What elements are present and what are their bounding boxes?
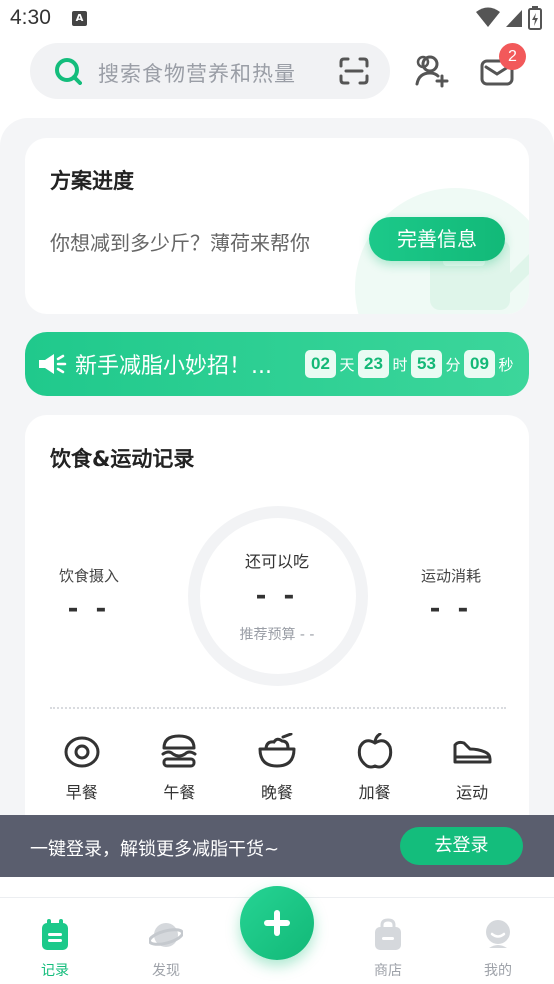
record-title: 饮食&运动记录 [50,447,195,471]
status-time: 4:30 [10,6,51,29]
nav-item-shop[interactable]: 商店 [348,918,428,980]
meal-buttons: 早餐 午餐 晚餐 加餐 运动 [25,733,529,803]
meal-breakfast-button[interactable]: 早餐 [42,733,122,803]
wifi-icon [476,7,500,27]
complete-info-button[interactable]: 完善信息 [369,217,505,261]
plan-progress-card: 方案进度 你想减到多少斤？薄荷来帮你 完善信息 [25,138,529,314]
countdown-days-unit: 天 [339,355,355,374]
bag-icon [375,918,401,950]
clipboard-icon [42,919,68,950]
bowl-icon [258,733,296,768]
nav-label-record: 记录 [41,963,69,979]
signal-icon [506,10,522,27]
search-input[interactable]: 搜索食物营养和热量 [30,43,390,99]
egg-icon [64,736,100,768]
countdown-hours-unit: 时 [392,355,408,374]
countdown-hours: 23 [358,350,389,378]
burger-icon [161,734,197,768]
plus-icon-vertical [274,910,280,936]
intake-stat[interactable]: 饮食摄入 - - [19,565,159,624]
meal-dinner-label: 晚餐 [260,783,293,802]
nav-label-mine: 我的 [484,963,512,979]
planet-icon [149,923,183,947]
add-record-fab[interactable] [240,886,314,960]
status-indicators [476,6,542,30]
mail-badge: 2 [499,43,526,70]
apple-icon [357,733,392,769]
search-icon [55,58,82,85]
megaphone-icon [39,354,67,374]
budget-label: 推荐预算 - - [239,627,315,643]
meal-snack-button[interactable]: 加餐 [335,733,415,803]
nav-label-discover: 发现 [152,963,180,979]
add-friend-icon[interactable] [413,52,451,90]
status-bar: 4:30 A [0,0,554,38]
battery-icon [528,6,542,30]
meal-lunch-label: 午餐 [163,783,196,802]
meal-dinner-button[interactable]: 晚餐 [237,733,317,803]
burn-label: 运动消耗 [420,567,481,585]
burn-value: - - [429,594,473,624]
promo-text: 新手减脂小妙招！... [75,354,272,379]
countdown-minutes: 53 [411,350,442,378]
login-prompt-text: 一键登录，解锁更多减脂干货~ [30,839,280,860]
nav-item-mine[interactable]: 我的 [458,918,538,980]
promo-banner[interactable]: 新手减脂小妙招！... 02 天 23 时 53 分 09 秒 [25,332,529,396]
login-prompt-bar: 一键登录，解锁更多减脂干货~ 去登录 [0,815,554,877]
countdown-seconds: 09 [464,350,495,378]
diet-exercise-record-card: 饮食&运动记录 还可以吃 - - 推荐预算 - - 饮食摄入 - - 运动消耗 … [25,415,529,835]
meal-breakfast-label: 早餐 [65,783,98,802]
nav-label-shop: 商店 [374,963,402,979]
shoe-icon [453,740,492,764]
plan-title: 方案进度 [50,169,134,193]
nav-item-discover[interactable]: 发现 [126,918,206,980]
countdown-minutes-unit: 分 [445,355,461,374]
nav-item-record[interactable]: 记录 [15,918,95,980]
countdown-timer: 02 天 23 时 53 分 09 秒 [305,350,517,378]
countdown-seconds-unit: 秒 [498,355,514,374]
user-icon [486,920,510,948]
intake-value: - - [67,594,111,624]
exercise-label: 运动 [456,783,489,802]
scan-icon[interactable] [338,56,370,86]
search-placeholder: 搜索食物营养和热量 [98,62,296,86]
meal-lunch-button[interactable]: 午餐 [139,733,219,803]
login-button[interactable]: 去登录 [400,827,523,865]
notification-icon: A [72,11,87,26]
divider [50,707,506,709]
burn-stat[interactable]: 运动消耗 - - [381,565,521,624]
exercise-button[interactable]: 运动 [432,733,512,803]
countdown-days: 02 [305,350,336,378]
plan-subtitle: 你想减到多少斤？薄荷来帮你 [50,231,310,255]
intake-label: 饮食摄入 [58,567,119,585]
meal-snack-label: 加餐 [358,783,391,802]
